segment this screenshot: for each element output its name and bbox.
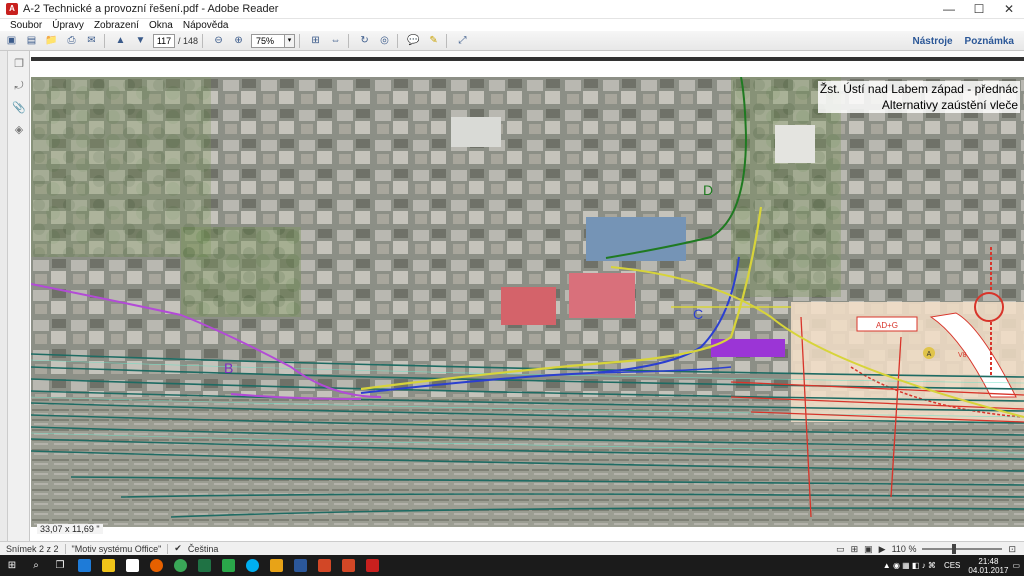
- map-title-line-2: Alternativy zaústění vleče: [881, 98, 1018, 112]
- blue-roof-hall: [586, 217, 686, 261]
- clock-date: 04.01.2017: [968, 565, 1009, 575]
- menu-file[interactable]: Soubor: [10, 20, 42, 31]
- toolbar-divider: [348, 33, 350, 48]
- page-number-input[interactable]: 117: [153, 33, 175, 48]
- slide-indicator: Snímek 2 z 2: [6, 543, 59, 554]
- email-icon[interactable]: ✉: [83, 33, 100, 48]
- full-screen-icon[interactable]: ⤢: [454, 33, 471, 48]
- file-explorer-icon[interactable]: [96, 555, 120, 576]
- tray-icons[interactable]: ▲ ◉ ▦ ◧ ♪ ⌘: [883, 561, 936, 570]
- print-icon[interactable]: ⎙: [63, 33, 80, 48]
- adobe-reader-icon: A: [6, 3, 18, 15]
- toolbar-divider: [104, 33, 105, 48]
- comment-button[interactable]: Poznámka: [965, 36, 1014, 47]
- page-total: / 148: [178, 35, 199, 46]
- previous-page-edge: [31, 57, 1024, 61]
- outlook-icon[interactable]: [264, 555, 288, 576]
- previous-page-icon[interactable]: ▲: [112, 33, 129, 48]
- edge-icon[interactable]: [72, 555, 96, 576]
- fit-page-icon[interactable]: ⊞: [307, 33, 324, 48]
- map-title-line-1: Žst. Ústí nad Labem západ - přednác: [819, 82, 1018, 96]
- language-label[interactable]: Čeština: [188, 544, 219, 554]
- zoom-out-icon[interactable]: ⊖: [210, 33, 227, 48]
- plan-block-label: AD+G: [876, 321, 898, 330]
- bookmarks-icon[interactable]: ⤾: [12, 79, 26, 93]
- read-mode-icon[interactable]: ◎: [376, 33, 393, 48]
- menu-edit[interactable]: Úpravy: [52, 20, 84, 31]
- input-language[interactable]: CES: [944, 561, 960, 570]
- skype-icon[interactable]: [240, 555, 264, 576]
- attachments-icon[interactable]: 📎: [12, 101, 26, 115]
- plan-v8-label: V8: [958, 352, 967, 359]
- layers-icon[interactable]: ◈: [12, 123, 26, 137]
- window-titlebar: A A-2 Technické a provozní řešení.pdf - …: [0, 0, 1024, 19]
- navigation-pane: ❐ ⤾ 📎 ◈: [8, 51, 30, 541]
- open-folder-icon[interactable]: 📁: [43, 33, 60, 48]
- page-thumbnails-icon[interactable]: ❐: [12, 57, 26, 71]
- plan-marker-label: A: [927, 351, 932, 358]
- word-icon[interactable]: [288, 555, 312, 576]
- menu-bar: Soubor Úpravy Zobrazení Okna Nápověda: [0, 19, 1024, 31]
- fit-width-icon[interactable]: ⇔: [327, 33, 344, 48]
- acrobat-icon[interactable]: [360, 555, 384, 576]
- toolbar-divider: [299, 33, 301, 48]
- status-bar: Snímek 2 z 2 "Motiv systému Office" ✔ Če…: [0, 541, 1024, 555]
- red-roof-building: [501, 287, 556, 325]
- task-view-icon[interactable]: ❐: [48, 555, 72, 576]
- close-button[interactable]: ✕: [994, 0, 1024, 19]
- route-d-label: D: [703, 182, 713, 198]
- notifications-icon[interactable]: ▭: [1012, 561, 1020, 570]
- export-pdf-icon[interactable]: ▤: [23, 33, 40, 48]
- create-pdf-icon[interactable]: ▣: [3, 33, 20, 48]
- document-view[interactable]: AD+G V8 A B C D Žst. Ústí nad Labem zápa…: [31, 51, 1024, 541]
- maximize-button[interactable]: ☐: [964, 0, 994, 19]
- minimize-button[interactable]: —: [934, 0, 964, 19]
- menu-window[interactable]: Okna: [149, 20, 173, 31]
- taskbar: ⊞ ⌕ ❐ ▲ ◉ ▦ ◧ ♪ ⌘ CES 21:48 04.01.2017 ▭: [0, 555, 1024, 576]
- toolbar-divider: [202, 33, 204, 48]
- menu-help[interactable]: Nápověda: [183, 20, 229, 31]
- maps-icon[interactable]: [216, 555, 240, 576]
- left-rail: [0, 51, 8, 541]
- zoom-dropdown-icon[interactable]: ▾: [285, 33, 296, 48]
- route-c-label: C: [693, 306, 703, 322]
- tools-button[interactable]: Nástroje: [913, 36, 953, 47]
- theme-name: "Motiv systému Office": [71, 543, 162, 554]
- clock-time: 21:48: [978, 556, 999, 566]
- toolbar-divider: [446, 33, 448, 48]
- zoom-percent[interactable]: 110 %: [892, 544, 917, 554]
- zoom-input[interactable]: 75%: [251, 33, 286, 48]
- highlight-icon[interactable]: ✎: [425, 33, 442, 48]
- reading-view-icon[interactable]: ▣: [864, 544, 873, 555]
- firefox-icon[interactable]: [144, 555, 168, 576]
- zoom-slider[interactable]: [922, 544, 1003, 554]
- page-size-label: 33,07 x 11,69 ": [37, 524, 103, 534]
- onenote-icon[interactable]: [312, 555, 336, 576]
- normal-view-icon[interactable]: ▭: [836, 544, 845, 555]
- store-icon[interactable]: [120, 555, 144, 576]
- rotate-icon[interactable]: ↻: [356, 33, 373, 48]
- next-page-icon[interactable]: ▼: [132, 33, 149, 48]
- clock[interactable]: 21:48 04.01.2017: [968, 557, 1008, 575]
- excel-icon[interactable]: [192, 555, 216, 576]
- toolbar-divider: [397, 33, 399, 48]
- search-icon[interactable]: ⌕: [24, 555, 48, 576]
- railway-map: AD+G V8 A B C D: [31, 77, 1024, 527]
- sorter-view-icon[interactable]: ⊞: [851, 544, 859, 555]
- map-title: Žst. Ústí nad Labem západ - přednác Alte…: [817, 81, 1020, 113]
- spellcheck-icon[interactable]: ✔: [174, 543, 182, 554]
- powerpoint-icon[interactable]: [336, 555, 360, 576]
- comment-icon[interactable]: 💬: [405, 33, 422, 48]
- route-b-label: B: [224, 360, 233, 376]
- menu-view[interactable]: Zobrazení: [94, 20, 139, 31]
- window-title: A-2 Technické a provozní řešení.pdf - Ad…: [23, 3, 279, 15]
- red-roof-building: [569, 273, 635, 318]
- chrome-icon[interactable]: [168, 555, 192, 576]
- main-toolbar: ▣ ▤ 📁 ⎙ ✉ ▲ ▼ 117 / 148 ⊖ ⊕ 75% ▾ ⊞ ⇔ ↻ …: [0, 31, 1024, 51]
- start-icon[interactable]: ⊞: [0, 555, 24, 576]
- slideshow-icon[interactable]: ▶: [879, 544, 886, 555]
- zoom-in-icon[interactable]: ⊕: [230, 33, 247, 48]
- fit-window-icon[interactable]: ⊡: [1008, 544, 1016, 555]
